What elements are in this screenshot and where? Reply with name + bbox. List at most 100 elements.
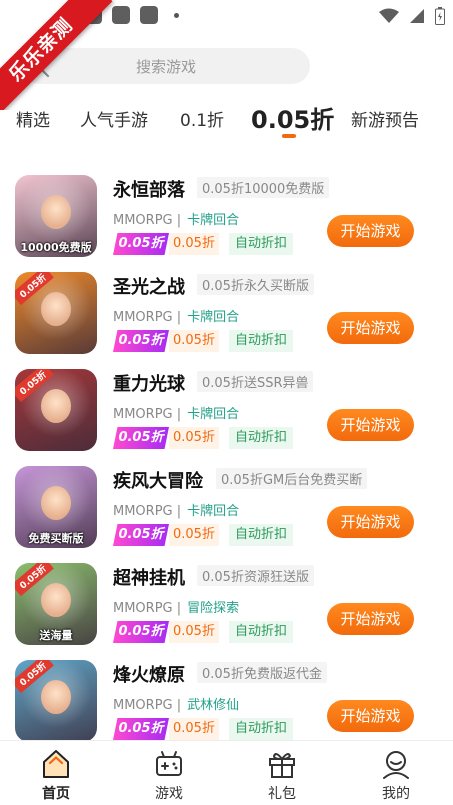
game-subtitle: 0.05折永久买断版 (197, 274, 314, 295)
game-row[interactable]: 0.05折 送海量 超神挂机 0.05折资源狂送版 MMORPG | 冒险探索 0… (0, 563, 453, 653)
game-type: MMORPG | 武林修仙 (113, 694, 239, 713)
game-type-label: MMORPG | (113, 310, 182, 325)
auto-discount-tag: 自动折扣 (229, 233, 294, 255)
ribbon-label: 乐乐亲测 (0, 0, 113, 110)
game-character (41, 583, 71, 617)
game-name[interactable]: 圣光之战 (113, 273, 185, 299)
game-genre: 卡牌回合 (187, 504, 240, 519)
wifi-icon (379, 8, 399, 23)
tab-discount-01[interactable]: 0.1折 (180, 106, 224, 131)
auto-discount-tag: 自动折扣 (229, 621, 294, 643)
game-character (41, 195, 71, 229)
thumbnail-banner: 送海量 (39, 629, 73, 642)
nav-home[interactable]: 首页 (26, 749, 86, 803)
start-game-button[interactable]: 开始游戏 (327, 215, 414, 247)
gift-icon (269, 753, 295, 778)
game-character (41, 292, 71, 326)
game-subtitle: 0.05折10000免费版 (197, 177, 330, 198)
nav-gifts[interactable]: 礼包 (252, 749, 312, 803)
auto-discount-tag: 自动折扣 (229, 718, 294, 740)
nav-label: 我的 (382, 786, 410, 802)
game-genre: 冒险探索 (187, 601, 240, 616)
game-row[interactable]: 0.05折 烽火燎原 0.05折免费版返代金 MMORPG | 武林修仙 0.05… (0, 660, 453, 750)
bottom-nav: 首页 游戏 礼包 我的 (0, 740, 453, 805)
thumbnail-banner: 免费买断版 (28, 532, 84, 545)
discount-badge: 0.05折 (113, 621, 169, 643)
home-icon (43, 750, 69, 778)
discount-badge: 0.05折 (113, 718, 169, 740)
game-subtitle: 0.05折送SSR异兽 (197, 371, 314, 392)
price-text: 0.05折 (169, 427, 219, 449)
game-subtitle: 0.05折GM后台免费买断 (216, 468, 368, 489)
price-text: 0.05折 (169, 524, 219, 546)
game-type-label: MMORPG | (113, 407, 182, 422)
game-type: MMORPG | 卡牌回合 (113, 500, 239, 519)
profile-icon (383, 751, 409, 779)
price-text: 0.05折 (169, 330, 219, 352)
discount-badge: 0.05折 (113, 524, 169, 546)
game-subtitle: 0.05折免费版返代金 (197, 662, 327, 683)
start-game-button[interactable]: 开始游戏 (327, 409, 414, 441)
nav-profile[interactable]: 我的 (366, 749, 426, 803)
status-icons (379, 6, 445, 26)
tab-discount-005[interactable]: 0.05折 (251, 100, 334, 135)
game-type: MMORPG | 冒险探索 (113, 597, 239, 616)
gamepad-icon (156, 751, 182, 776)
game-name[interactable]: 超神挂机 (113, 564, 185, 590)
game-thumbnail[interactable]: 10000免费版 (15, 175, 97, 257)
game-type: MMORPG | 卡牌回合 (113, 306, 239, 325)
game-character (41, 680, 71, 714)
game-type: MMORPG | 卡牌回合 (113, 403, 239, 422)
active-tab-indicator (282, 134, 296, 138)
discount-badge: 0.05折 (113, 427, 169, 449)
game-type-label: MMORPG | (113, 698, 182, 713)
game-type-label: MMORPG | (113, 504, 182, 519)
more-notifications-icon (174, 13, 179, 18)
price-text: 0.05折 (169, 718, 219, 740)
game-name[interactable]: 重力光球 (113, 370, 185, 396)
game-genre: 卡牌回合 (187, 310, 240, 325)
game-name[interactable]: 疾风大冒险 (113, 467, 203, 493)
game-genre: 卡牌回合 (187, 213, 240, 228)
game-name[interactable]: 永恒部落 (113, 176, 185, 202)
game-name[interactable]: 烽火燎原 (113, 661, 185, 687)
game-row[interactable]: 10000免费版 永恒部落 0.05折10000免费版 MMORPG | 卡牌回合… (0, 175, 453, 265)
signal-icon (410, 9, 424, 23)
game-genre: 武林修仙 (187, 698, 240, 713)
discount-badge: 0.05折 (113, 330, 169, 352)
thumbnail-banner: 10000免费版 (20, 241, 92, 254)
game-character (41, 389, 71, 423)
start-game-button[interactable]: 开始游戏 (327, 700, 414, 732)
game-character (41, 486, 71, 520)
nav-label: 首页 (42, 786, 70, 802)
test-ribbon: 乐乐亲测 (0, 0, 120, 110)
start-game-button[interactable]: 开始游戏 (327, 506, 414, 538)
game-type-label: MMORPG | (113, 213, 182, 228)
game-row[interactable]: 免费买断版 疾风大冒险 0.05折GM后台免费买断 MMORPG | 卡牌回合 0… (0, 466, 453, 556)
price-text: 0.05折 (169, 621, 219, 643)
auto-discount-tag: 自动折扣 (229, 330, 294, 352)
game-type: MMORPG | 卡牌回合 (113, 209, 239, 228)
discount-badge: 0.05折 (113, 233, 169, 255)
game-thumbnail[interactable]: 0.05折 (15, 272, 97, 354)
game-subtitle: 0.05折资源狂送版 (197, 565, 314, 586)
auto-discount-tag: 自动折扣 (229, 427, 294, 449)
game-thumbnail[interactable]: 0.05折 (15, 369, 97, 451)
price-text: 0.05折 (169, 233, 219, 255)
game-thumbnail[interactable]: 免费买断版 (15, 466, 97, 548)
start-game-button[interactable]: 开始游戏 (327, 603, 414, 635)
notification-icon (140, 6, 158, 24)
nav-games[interactable]: 游戏 (139, 749, 199, 803)
start-game-button[interactable]: 开始游戏 (327, 312, 414, 344)
nav-label: 游戏 (155, 786, 183, 802)
game-thumbnail[interactable]: 0.05折 (15, 660, 97, 742)
nav-label: 礼包 (268, 786, 296, 802)
tab-upcoming[interactable]: 新游预告 (351, 106, 419, 131)
game-row[interactable]: 0.05折 重力光球 0.05折送SSR异兽 MMORPG | 卡牌回合 0.05… (0, 369, 453, 459)
game-genre: 卡牌回合 (187, 407, 240, 422)
auto-discount-tag: 自动折扣 (229, 524, 294, 546)
battery-icon (435, 7, 445, 25)
game-type-label: MMORPG | (113, 601, 182, 616)
game-thumbnail[interactable]: 0.05折 送海量 (15, 563, 97, 645)
game-row[interactable]: 0.05折 圣光之战 0.05折永久买断版 MMORPG | 卡牌回合 0.05折… (0, 272, 453, 362)
